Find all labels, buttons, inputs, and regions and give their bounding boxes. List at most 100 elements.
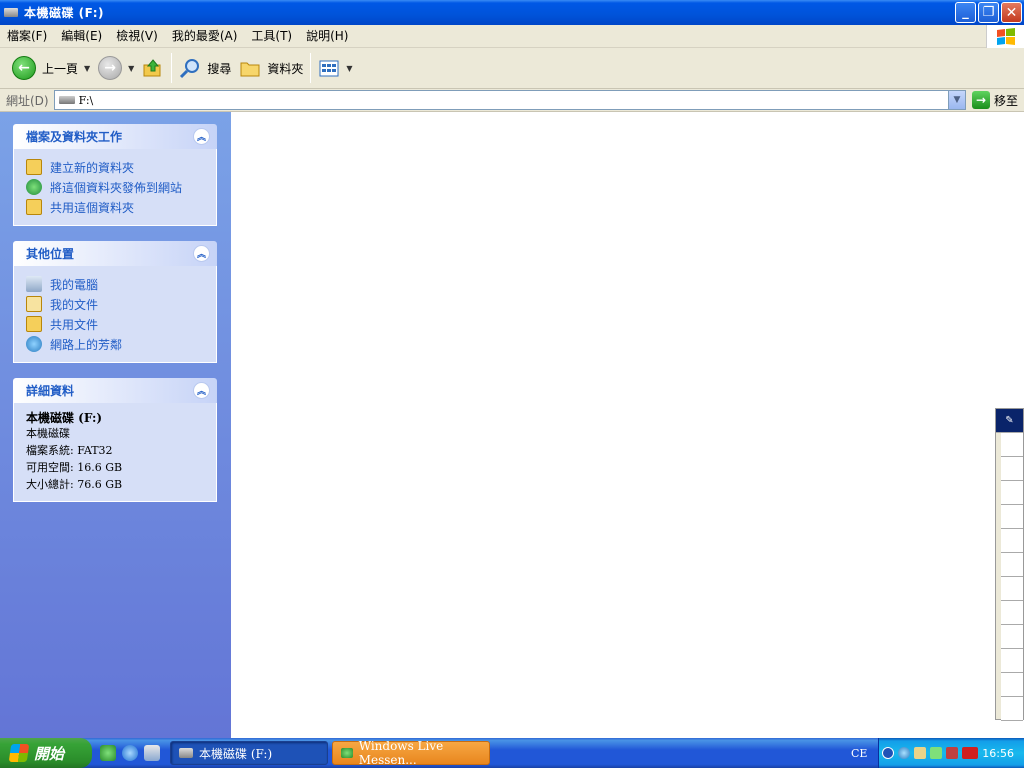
file-tasks-header[interactable]: 檔案及資料夾工作 ︽ <box>13 124 217 149</box>
language-bar-slot[interactable] <box>1001 457 1023 481</box>
place-label: 共用文件 <box>50 317 99 332</box>
language-bar-slot[interactable] <box>1001 505 1023 529</box>
publish-web-icon <box>26 179 42 195</box>
language-bar-slot[interactable] <box>1001 433 1023 457</box>
volume-icon[interactable] <box>946 747 959 759</box>
start-label: 開始 <box>34 744 65 763</box>
address-value: F:\ <box>78 93 94 107</box>
clock[interactable]: 16:56 <box>982 747 1014 760</box>
details-total-size: 大小總計: 76.6 GB <box>26 478 123 491</box>
details-name: 本機磁碟 (F:) <box>26 411 103 425</box>
back-arrow-icon: ← <box>12 56 36 80</box>
address-dropdown-icon[interactable]: ▼ <box>947 91 965 109</box>
documents-icon <box>26 296 42 312</box>
details-body: 本機磁碟 (F:) 本機磁碟 檔案系統: FAT32 可用空間: 16.6 GB… <box>13 403 217 502</box>
menu-tools[interactable]: 工具(T) <box>244 25 299 48</box>
details-header[interactable]: 詳細資料 ︽ <box>13 378 217 403</box>
menu-favorites[interactable]: 我的最愛(A) <box>165 25 245 48</box>
toolbar-separator <box>310 53 312 83</box>
ime-arrows-icon[interactable] <box>1001 649 1023 673</box>
other-places-header[interactable]: 其他位置 ︽ <box>13 241 217 266</box>
window-title: 本機磁碟 (F:) <box>24 6 104 20</box>
toolbar-separator <box>171 53 173 83</box>
task-publish-web[interactable]: 將這個資料夾發佈到網站 <box>26 177 216 197</box>
ati-icon[interactable] <box>962 747 979 759</box>
collapse-icon[interactable]: ︽ <box>193 382 210 399</box>
messenger-tray-icon[interactable] <box>930 747 943 759</box>
ime-globe-icon[interactable] <box>1001 601 1023 625</box>
ime-symbols-icon[interactable] <box>1001 625 1023 649</box>
shared-folder-icon <box>26 316 42 332</box>
collapse-icon[interactable]: ︽ <box>193 128 210 145</box>
place-my-computer[interactable]: 我的電腦 <box>26 274 216 294</box>
search-icon <box>180 59 200 79</box>
place-label: 網路上的芳鄰 <box>50 337 123 352</box>
ime-penguin-icon[interactable] <box>1001 577 1023 601</box>
maximize-button[interactable]: ❐ <box>978 2 999 23</box>
close-button[interactable]: ✕ <box>1001 2 1022 23</box>
details-filesystem: 檔案系統: FAT32 <box>26 444 113 457</box>
forward-dropdown-icon[interactable]: ▼ <box>128 64 134 73</box>
system-tray: 16:56 <box>878 738 1024 768</box>
forward-button[interactable]: → ▼ <box>94 51 138 85</box>
taskbar-task-messenger[interactable]: Windows Live Messen... <box>332 739 490 767</box>
media-player-icon[interactable] <box>144 745 160 761</box>
go-button[interactable]: → 移至 <box>966 91 1024 109</box>
folders-button[interactable]: 資料夾 <box>235 51 307 85</box>
other-places-title: 其他位置 <box>26 247 75 261</box>
display-icon[interactable] <box>914 747 927 759</box>
task-label: 共用這個資料夾 <box>50 200 135 215</box>
back-dropdown-icon[interactable]: ▼ <box>84 64 90 73</box>
windows-flag-icon <box>8 744 30 762</box>
address-input[interactable]: F:\ ▼ <box>53 90 966 110</box>
internet-explorer-icon[interactable] <box>122 745 138 761</box>
menu-file[interactable]: 檔案(F) <box>0 25 54 48</box>
ime-pen-icon[interactable] <box>1001 673 1023 697</box>
views-dropdown-icon[interactable]: ▼ <box>346 64 352 73</box>
up-button[interactable] <box>138 51 168 85</box>
file-list-area[interactable] <box>231 112 1024 738</box>
views-icon <box>319 60 339 77</box>
network-icon <box>26 336 42 352</box>
messenger-icon[interactable] <box>100 745 116 761</box>
task-label: 本機磁碟 (F:) <box>199 746 273 761</box>
language-bar-slot[interactable] <box>1001 553 1023 577</box>
place-my-documents[interactable]: 我的文件 <box>26 294 216 314</box>
language-bar-slot[interactable] <box>1001 529 1023 553</box>
place-label: 我的文件 <box>50 297 99 312</box>
language-bar-slot[interactable] <box>1001 481 1023 505</box>
back-button[interactable]: ← 上一頁 ▼ <box>8 51 94 85</box>
file-tasks-body: 建立新的資料夾 將這個資料夾發佈到網站 共用這個資料夾 <box>13 149 217 226</box>
language-bar[interactable]: ✎ <box>995 408 1024 721</box>
title-bar[interactable]: 本機磁碟 (F:) _ ❐ ✕ <box>0 0 1024 25</box>
taskbar-task-drive-f[interactable]: 本機磁碟 (F:) <box>170 741 328 765</box>
minimize-button[interactable]: _ <box>955 2 976 23</box>
language-bar-grip-icon[interactable]: ✎ <box>996 409 1023 433</box>
windows-logo-icon <box>986 25 1024 48</box>
collapse-icon[interactable]: ︽ <box>193 245 210 262</box>
drive-icon <box>4 8 18 17</box>
place-shared-documents[interactable]: 共用文件 <box>26 314 216 334</box>
task-new-folder[interactable]: 建立新的資料夾 <box>26 157 216 177</box>
language-indicator[interactable]: CE <box>851 747 867 760</box>
forward-arrow-icon: → <box>98 56 123 80</box>
menu-view[interactable]: 檢視(V) <box>109 25 165 48</box>
views-button[interactable]: ▼ <box>314 51 356 85</box>
search-button[interactable]: 搜尋 <box>175 51 235 85</box>
task-label: 建立新的資料夾 <box>50 160 135 175</box>
menu-edit[interactable]: 編輯(E) <box>54 25 109 48</box>
folders-label: 資料夾 <box>267 61 304 76</box>
taskbar: 開始 本機磁碟 (F:) Windows Live Messen... 16:5… <box>0 738 1024 768</box>
start-button[interactable]: 開始 <box>0 738 92 768</box>
task-share-folder[interactable]: 共用這個資料夾 <box>26 197 216 217</box>
tray-expand-icon[interactable] <box>882 747 895 759</box>
drive-icon <box>179 748 193 758</box>
address-label: 網址(D) <box>6 93 49 108</box>
toolbar: ← 上一頁 ▼ → ▼ 搜尋 資料夾 ▼ <box>0 48 1024 89</box>
file-tasks-panel: 檔案及資料夾工作 ︽ 建立新的資料夾 將這個資料夾發佈到網站 共用這個資料夾 <box>13 124 217 226</box>
place-network[interactable]: 網路上的芳鄰 <box>26 334 216 354</box>
ime-help-icon[interactable] <box>1001 697 1023 721</box>
menu-help[interactable]: 說明(H) <box>299 25 355 48</box>
details-title: 詳細資料 <box>26 384 75 398</box>
network-icon[interactable] <box>898 747 911 759</box>
